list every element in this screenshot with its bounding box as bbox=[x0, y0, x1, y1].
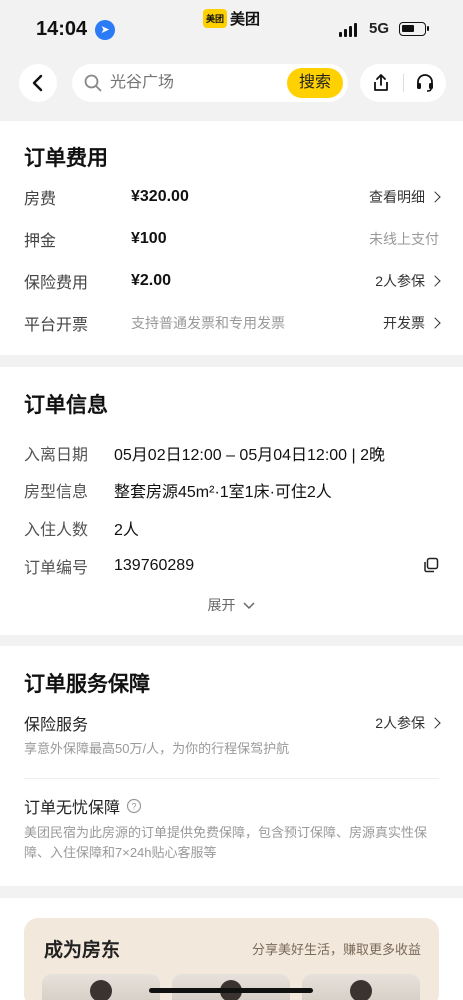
info-value: 整套房源45m²·1室1床·可住2人 bbox=[114, 484, 332, 501]
signal-icon bbox=[339, 23, 357, 37]
chevron-right-icon bbox=[429, 717, 441, 729]
service-title: 订单服务保障 bbox=[24, 673, 150, 696]
fee-value: ¥100 bbox=[131, 230, 167, 247]
fee-row-room: 房费 ¥320.00 查看明细 bbox=[24, 185, 441, 209]
host-photo bbox=[172, 974, 290, 1000]
fee-label: 保险费用 bbox=[24, 275, 89, 292]
host-photo bbox=[42, 974, 160, 1000]
search-button[interactable]: 搜索 bbox=[286, 68, 343, 98]
back-button[interactable] bbox=[19, 64, 57, 102]
fees-title: 订单费用 bbox=[24, 147, 108, 170]
action-group bbox=[360, 64, 446, 102]
share-icon bbox=[374, 74, 389, 91]
insurance-service-title: 保险服务 bbox=[24, 717, 89, 734]
search-bar[interactable]: 搜索 bbox=[72, 64, 348, 102]
issue-invoice-link[interactable]: 开发票 bbox=[383, 313, 441, 333]
worry-free-row: 订单无忧保障 ? bbox=[24, 794, 439, 818]
fee-label: 房费 bbox=[24, 191, 57, 208]
info-row-dates: 入离日期 05月02日12:00 – 05月04日12:00 | 2晚 bbox=[24, 441, 439, 465]
worry-free-title: 订单无忧保障 bbox=[24, 800, 121, 817]
info-value: 2人 bbox=[114, 522, 139, 539]
info-row-order-number: 订单编号 139760289 bbox=[24, 554, 439, 578]
chevron-down-icon bbox=[243, 602, 255, 610]
meituan-logo-icon: 美团 bbox=[203, 8, 228, 28]
deposit-status: 未线上支付 bbox=[369, 231, 439, 247]
status-time: 14:04 bbox=[36, 18, 88, 40]
share-button[interactable] bbox=[360, 64, 403, 102]
order-info-card: 订单信息 入离日期 05月02日12:00 – 05月04日12:00 | 2晚… bbox=[0, 367, 463, 635]
fee-value: ¥2.00 bbox=[131, 272, 172, 289]
info-label: 入离日期 bbox=[24, 447, 89, 464]
search-input[interactable] bbox=[110, 74, 280, 92]
customer-service-button[interactable] bbox=[404, 64, 447, 102]
network-type: 5G bbox=[369, 20, 390, 37]
chevron-right-icon bbox=[429, 275, 441, 287]
info-value: 139760289 bbox=[114, 557, 195, 574]
search-icon bbox=[84, 74, 102, 92]
chevron-left-icon bbox=[32, 74, 43, 92]
fee-label: 押金 bbox=[24, 233, 57, 250]
worry-free-description: 美团民宿为此房源的订单提供免费保障，包含预订保障、房源真实性保障、入住保障和7×… bbox=[24, 825, 428, 860]
divider bbox=[24, 778, 439, 779]
app-name: 美团 bbox=[230, 10, 261, 28]
order-title: 订单信息 bbox=[24, 394, 108, 417]
info-label: 订单编号 bbox=[24, 560, 89, 577]
info-label: 房型信息 bbox=[24, 484, 89, 501]
insurance-description: 享意外保障最高50万/人，为你的行程保驾护航 bbox=[24, 741, 290, 756]
fee-row-invoice: 平台开票 支持普通发票和专用发票 开发票 bbox=[24, 311, 441, 335]
home-indicator bbox=[149, 988, 313, 993]
top-nav: 搜索 bbox=[0, 58, 463, 110]
location-arrow-icon: ➤ bbox=[95, 20, 115, 40]
host-subtitle: 分享美好生活，赚取更多收益 bbox=[251, 942, 421, 957]
insured-count-link[interactable]: 2人参保 bbox=[375, 271, 441, 291]
host-photo bbox=[302, 974, 420, 1000]
fee-row-deposit: 押金 ¥100 未线上支付 bbox=[24, 227, 439, 251]
info-row-guests: 入住人数 2人 bbox=[24, 516, 439, 540]
host-title: 成为房东 bbox=[44, 940, 121, 961]
fees-card: 订单费用 房费 ¥320.00 查看明细 押金 ¥100 未线上支付 保险费用 … bbox=[0, 121, 463, 355]
copy-button[interactable] bbox=[423, 557, 439, 578]
fee-row-insurance: 保险费用 ¥2.00 2人参保 bbox=[24, 269, 441, 293]
info-value: 05月02日12:00 – 05月04日12:00 | 2晚 bbox=[114, 447, 386, 464]
copy-icon bbox=[424, 557, 439, 573]
expand-button[interactable]: 展开 bbox=[0, 595, 463, 615]
chevron-right-icon bbox=[429, 317, 441, 329]
svg-text:?: ? bbox=[132, 802, 137, 812]
app-indicator: 美团 美团 bbox=[203, 7, 260, 29]
battery-icon bbox=[399, 22, 429, 36]
info-row-room-type: 房型信息 整套房源45m²·1室1床·可住2人 bbox=[24, 478, 439, 502]
headset-icon bbox=[416, 74, 433, 92]
view-details-link[interactable]: 查看明细 bbox=[369, 187, 441, 207]
status-bar: 14:04 ➤ 美团 美团 5G bbox=[0, 0, 463, 58]
insurance-service-row: 保险服务 2人参保 bbox=[24, 711, 441, 735]
service-card: 订单服务保障 保险服务 2人参保 享意外保障最高50万/人，为你的行程保驾护航 … bbox=[0, 646, 463, 886]
chevron-right-icon bbox=[429, 191, 441, 203]
info-label: 入住人数 bbox=[24, 522, 89, 539]
fee-label: 平台开票 bbox=[24, 317, 89, 334]
help-icon[interactable]: ? bbox=[126, 798, 142, 814]
fee-value: ¥320.00 bbox=[131, 188, 189, 205]
invoice-note: 支持普通发票和专用发票 bbox=[131, 315, 285, 331]
insurance-detail-link[interactable]: 2人参保 bbox=[375, 713, 441, 733]
